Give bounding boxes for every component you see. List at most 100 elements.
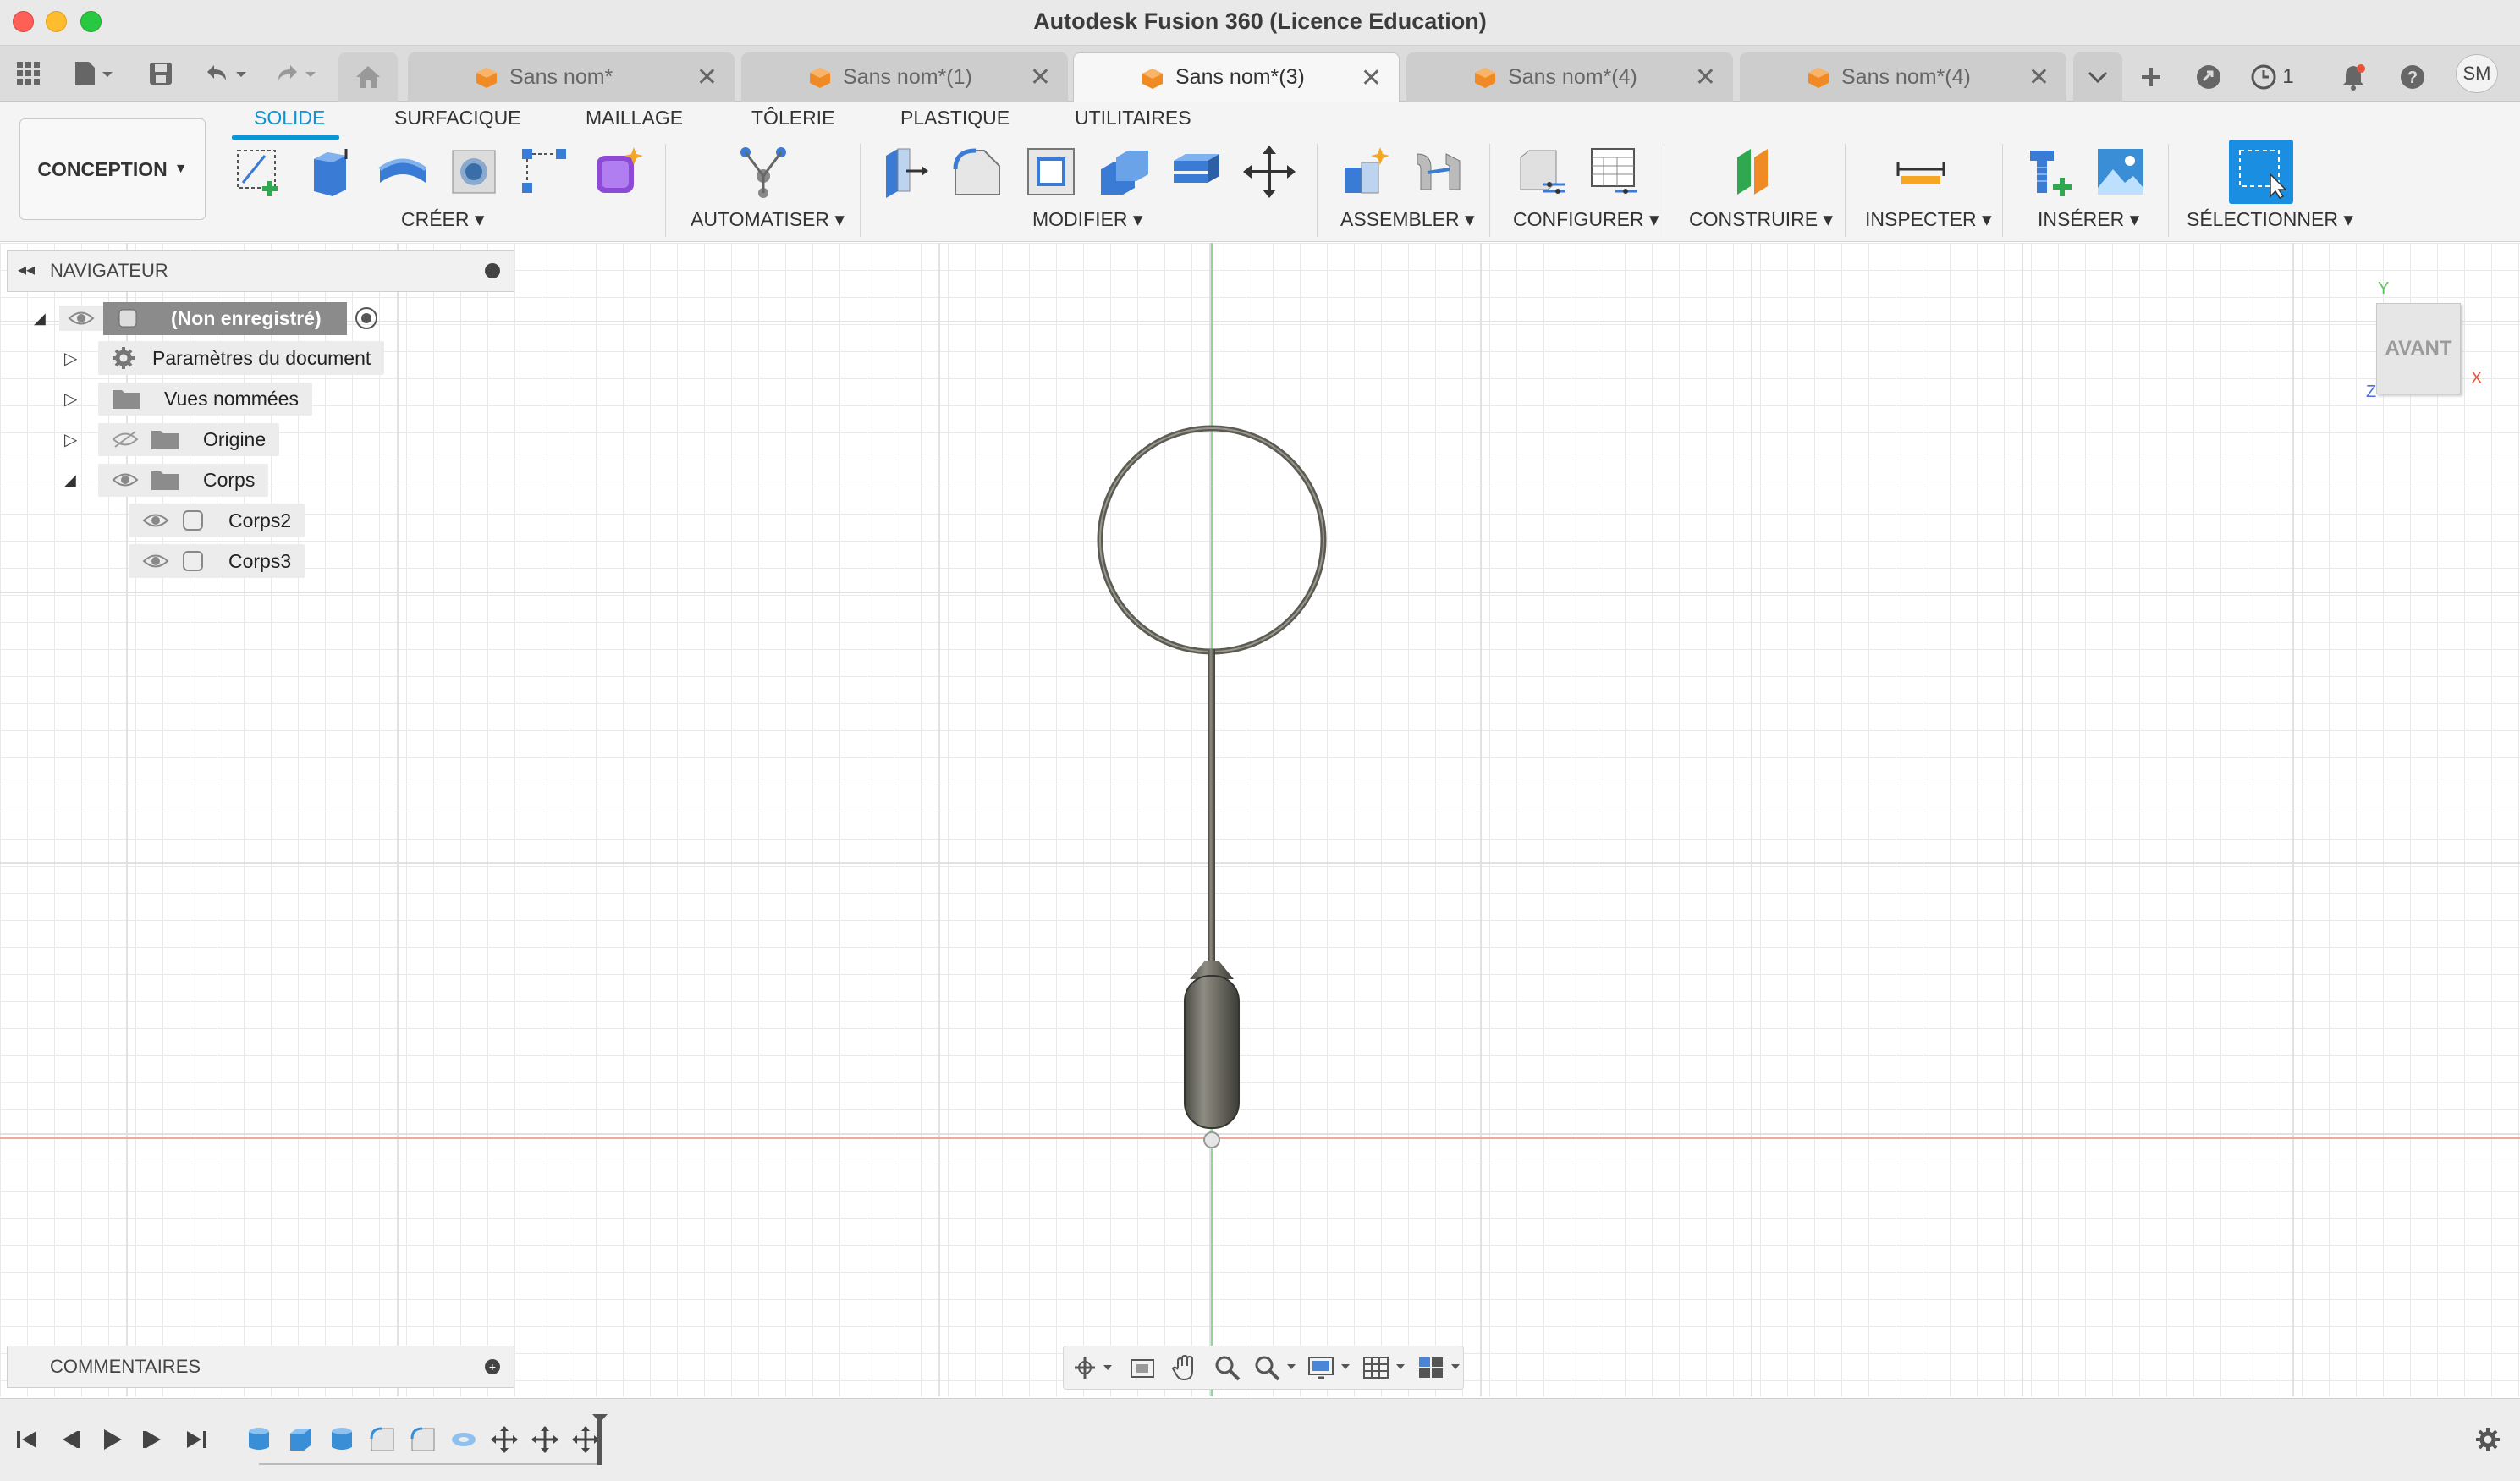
timeline-extrude-icon[interactable]	[283, 1423, 316, 1456]
browser-item-origin[interactable]: ▷ Origine	[64, 421, 280, 458]
tab-surfacique[interactable]: SURFACIQUE	[394, 107, 521, 129]
shell-icon[interactable]	[1164, 140, 1229, 204]
document-tab[interactable]: Sans nom* ✕	[408, 52, 735, 102]
new-tab-plus-icon[interactable]	[2129, 52, 2173, 102]
group-assemble-label[interactable]: ASSEMBLER ▾	[1340, 208, 1475, 231]
grid-settings-icon[interactable]	[1362, 1351, 1409, 1385]
group-configure-label[interactable]: CONFIGURER ▾	[1513, 208, 1659, 231]
timeline-step-back-icon[interactable]	[52, 1423, 86, 1456]
display-settings-icon[interactable]	[1307, 1351, 1354, 1385]
timeline-settings-gear-icon[interactable]	[2471, 1423, 2505, 1456]
create-form-icon[interactable]	[586, 140, 650, 204]
group-create-label[interactable]: CRÉER ▾	[401, 208, 484, 231]
pan-hand-icon[interactable]	[1168, 1351, 1202, 1385]
document-tab[interactable]: Sans nom*(4) ✕	[1740, 52, 2066, 102]
measure-icon[interactable]	[1889, 140, 1953, 204]
timeline-move-icon[interactable]	[487, 1423, 521, 1456]
document-tab[interactable]: Sans nom*(1) ✕	[741, 52, 1068, 102]
automate-icon[interactable]	[731, 140, 795, 204]
browser-item-document-settings[interactable]: ▷ Paramètres du document	[64, 339, 385, 377]
tab-tolerie[interactable]: TÔLERIE	[751, 107, 834, 129]
insert-mcmaster-icon[interactable]	[2017, 140, 2082, 204]
redo-icon[interactable]	[269, 58, 322, 89]
tab-solide[interactable]: SOLIDE	[254, 107, 325, 129]
hole-icon[interactable]	[442, 140, 506, 204]
move-copy-icon[interactable]	[1237, 140, 1301, 204]
tab-plastique[interactable]: PLASTIQUE	[900, 107, 1010, 129]
tab-maillage[interactable]: MAILLAGE	[586, 107, 683, 129]
document-tab-active[interactable]: Sans nom*(3) ✕	[1073, 52, 1400, 102]
timeline-torus-icon[interactable]	[447, 1423, 481, 1456]
collapsed-triangle-icon[interactable]: ▷	[64, 388, 98, 410]
configure-icon[interactable]	[1508, 140, 1572, 204]
look-at-icon[interactable]	[1125, 1351, 1159, 1385]
chamfer-icon[interactable]	[1019, 140, 1083, 204]
group-construct-label[interactable]: CONSTRUIRE ▾	[1689, 208, 1833, 231]
joint-icon[interactable]	[1406, 140, 1471, 204]
timeline-marker[interactable]	[597, 1418, 602, 1465]
eye-icon[interactable]	[142, 552, 169, 570]
extensions-icon[interactable]	[2188, 52, 2229, 102]
combine-icon[interactable]	[1092, 140, 1156, 204]
zoom-icon[interactable]	[1210, 1351, 1244, 1385]
insert-canvas-icon[interactable]	[2088, 140, 2153, 204]
job-status-button[interactable]: 1	[2242, 52, 2302, 102]
browser-item-bodies[interactable]: ◢ Corps	[64, 461, 269, 498]
group-select-label[interactable]: SÉLECTIONNER ▾	[2187, 208, 2353, 231]
browser-root-node[interactable]: ◢ (Non enregistré)	[34, 300, 377, 337]
eye-icon[interactable]	[112, 471, 139, 489]
viewports-icon[interactable]	[1417, 1351, 1463, 1385]
timeline-fillet-icon[interactable]	[406, 1423, 440, 1456]
configuration-table-icon[interactable]	[1581, 140, 1645, 204]
close-tab-icon[interactable]: ✕	[1030, 63, 1051, 92]
root-component-chip[interactable]: (Non enregistré)	[103, 301, 347, 335]
select-window-icon[interactable]	[2229, 140, 2293, 204]
group-automate-label[interactable]: AUTOMATISER ▾	[691, 208, 845, 231]
comments-panel-header[interactable]: COMMENTAIRES +	[7, 1346, 514, 1388]
offset-plane-icon[interactable]	[1721, 140, 1785, 204]
add-comment-icon[interactable]: +	[485, 1359, 500, 1374]
tab-utilitaires[interactable]: UTILITAIRES	[1075, 107, 1191, 129]
expanded-triangle-icon[interactable]: ◢	[64, 471, 98, 489]
revolve-icon[interactable]	[371, 140, 435, 204]
eye-icon[interactable]	[142, 511, 169, 530]
orbit-icon[interactable]	[1072, 1351, 1117, 1385]
document-tab[interactable]: Sans nom*(4) ✕	[1406, 52, 1733, 102]
timeline-step-forward-icon[interactable]	[137, 1423, 171, 1456]
browser-body-item[interactable]: Corps2	[129, 502, 305, 539]
close-tab-icon[interactable]: ✕	[1361, 63, 1382, 93]
user-avatar[interactable]: SM	[2456, 54, 2498, 93]
group-inspect-label[interactable]: INSPECTER ▾	[1865, 208, 1992, 231]
fillet-icon[interactable]	[946, 140, 1010, 204]
zoom-window-icon[interactable]	[1252, 1351, 1299, 1385]
create-sketch-icon[interactable]	[227, 140, 291, 204]
file-menu-icon[interactable]	[68, 58, 118, 89]
collapsed-triangle-icon[interactable]: ▷	[64, 348, 98, 369]
collapse-navigator-icon[interactable]: ◂◂	[18, 259, 35, 280]
root-visibility-toggle[interactable]	[59, 306, 103, 331]
group-insert-label[interactable]: INSÉRER ▾	[2038, 208, 2139, 231]
timeline-extrude-icon[interactable]	[242, 1423, 276, 1456]
press-pull-icon[interactable]	[873, 140, 938, 204]
home-tab[interactable]	[338, 52, 398, 102]
activate-component-radio[interactable]	[355, 307, 377, 329]
timeline-go-to-start-icon[interactable]	[10, 1423, 44, 1456]
timeline-go-to-end-icon[interactable]	[179, 1423, 213, 1456]
notifications-bell-icon[interactable]	[2334, 52, 2373, 102]
workspace-switcher-button[interactable]: CONCEPTION ▼	[19, 118, 206, 220]
undo-icon[interactable]	[200, 58, 252, 89]
timeline-move-icon[interactable]	[528, 1423, 562, 1456]
eye-hidden-icon[interactable]	[112, 430, 139, 449]
data-panel-grid-icon[interactable]	[12, 58, 46, 89]
new-component-icon[interactable]	[1334, 140, 1398, 204]
browser-body-item[interactable]: Corps3	[129, 542, 305, 580]
help-icon[interactable]: ?	[2393, 52, 2432, 102]
graphics-viewport[interactable]	[0, 243, 2520, 1396]
collapsed-triangle-icon[interactable]: ▷	[64, 429, 98, 450]
pattern-icon[interactable]	[513, 140, 577, 204]
timeline-extrude-icon[interactable]	[325, 1423, 359, 1456]
browser-item-named-views[interactable]: ▷ Vues nommées	[64, 380, 312, 417]
save-icon[interactable]	[144, 58, 178, 89]
expanded-triangle-icon[interactable]: ◢	[34, 310, 59, 328]
timeline-play-icon[interactable]	[95, 1423, 129, 1456]
